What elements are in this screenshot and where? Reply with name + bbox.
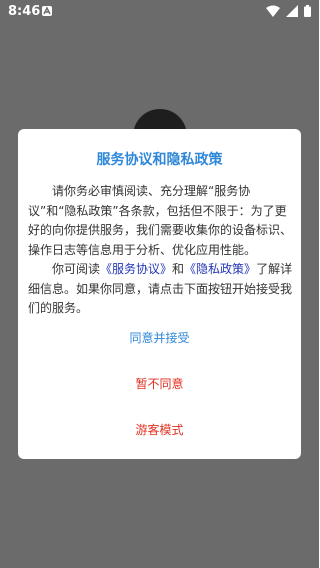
policy-paragraph-1: 请你务必审慎阅读、充分理解“服务协议”和“隐私政策”各条款，包括但不限于：为了更… (28, 184, 293, 257)
privacy-dialog: 服务协议和隐私政策 请你务必审慎阅读、充分理解“服务协议”和“隐私政策”各条款，… (18, 129, 301, 459)
guest-mode-button[interactable]: 游客模式 (18, 421, 301, 438)
privacy-policy-link[interactable]: 《隐私政策》 (184, 262, 256, 276)
status-right-icons (266, 5, 311, 21)
policy-paragraph-2: 你可阅读《服务协议》和《隐私政策》了解详细信息。如果你同意，请点击下面按钮开始接… (28, 260, 294, 319)
paragraph-2-and: 和 (172, 262, 185, 276)
dialog-body: 请你务必审慎阅读、充分理解“服务协议”和“隐私政策”各条款，包括但不限于：为了更… (28, 182, 294, 319)
paragraph-2-prefix: 你可阅读 (52, 262, 101, 276)
notification-a-icon (42, 6, 52, 16)
status-time: 8:46 (8, 4, 41, 19)
agree-button[interactable]: 同意并接受 (18, 329, 301, 346)
wifi-icon (266, 5, 280, 21)
service-agreement-link[interactable]: 《服务协议》 (100, 262, 172, 276)
screen: 8:46 服务协议和隐私政策 请你务必审慎阅读、充分理解“服务协议”和“隐私政策… (0, 0, 319, 568)
battery-icon (304, 5, 311, 21)
dialog-title: 服务协议和隐私政策 (96, 152, 223, 168)
status-bar: 8:46 (0, 0, 319, 24)
signal-icon (286, 5, 298, 21)
disagree-button[interactable]: 暂不同意 (18, 375, 301, 392)
